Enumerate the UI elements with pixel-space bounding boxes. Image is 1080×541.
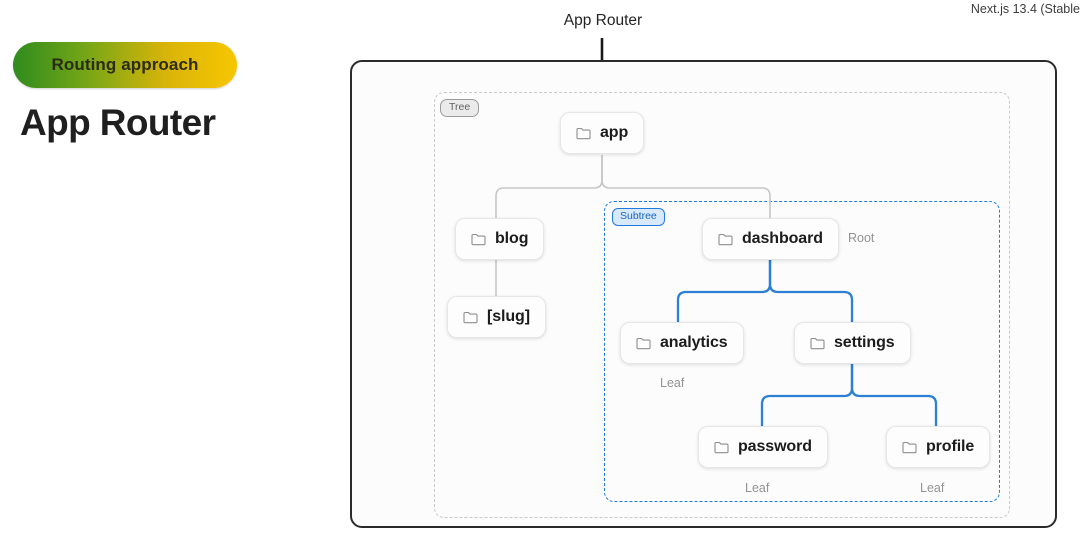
routing-approach-badge-label: Routing approach: [51, 55, 199, 74]
folder-icon: [718, 233, 733, 245]
node-slug-label: [slug]: [487, 308, 530, 325]
node-slug[interactable]: [slug]: [447, 296, 546, 338]
diagram-title: App Router: [563, 12, 643, 29]
node-dashboard-label: dashboard: [742, 230, 823, 247]
node-analytics-label: analytics: [660, 334, 728, 351]
folder-icon: [576, 127, 591, 139]
folder-icon: [902, 441, 917, 453]
caption-leaf-analytics: Leaf: [660, 376, 685, 390]
page-title: App Router: [20, 102, 216, 143]
node-blog-label: blog: [495, 230, 529, 247]
node-settings[interactable]: settings: [794, 322, 911, 364]
caption-root: Root: [848, 231, 875, 245]
node-app-label: app: [600, 124, 629, 141]
subtree-tag: Subtree: [612, 208, 665, 226]
tree-tag: Tree: [440, 99, 480, 117]
folder-icon: [714, 441, 729, 453]
caption-leaf-profile: Leaf: [920, 481, 945, 495]
node-profile[interactable]: profile: [886, 426, 991, 468]
folder-icon: [471, 233, 486, 245]
folder-icon: [463, 311, 478, 323]
node-dashboard[interactable]: dashboard: [702, 218, 839, 260]
node-settings-label: settings: [834, 334, 895, 351]
node-password-label: password: [738, 438, 812, 455]
node-analytics[interactable]: analytics: [620, 322, 744, 364]
node-profile-label: profile: [926, 438, 975, 455]
caption-leaf-password: Leaf: [745, 481, 770, 495]
slide-canvas: Routing approach App Router Next.js 13.4…: [0, 0, 1080, 541]
folder-icon: [810, 337, 825, 349]
node-blog[interactable]: blog: [455, 218, 545, 260]
node-password[interactable]: password: [698, 426, 828, 468]
routing-approach-badge: Routing approach: [13, 42, 237, 88]
node-app[interactable]: app: [560, 112, 645, 154]
version-note: Next.js 13.4 (Stable: [970, 2, 1080, 16]
folder-icon: [636, 337, 651, 349]
